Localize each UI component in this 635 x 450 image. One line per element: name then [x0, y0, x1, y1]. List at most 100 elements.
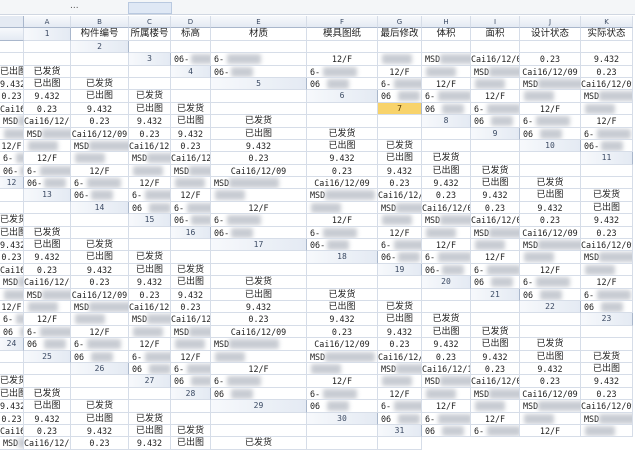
cell-c20[interactable]: 12/F: [581, 276, 633, 289]
cell-h17[interactable]: 9.432: [24, 251, 71, 264]
cell-b27[interactable]: 6-: [211, 375, 307, 388]
row-header-17[interactable]: 17: [211, 239, 307, 252]
cell-j3[interactable]: 已发货: [24, 65, 71, 78]
cell-a25[interactable]: 06: [71, 350, 129, 363]
cell-j10[interactable]: 已发货: [422, 152, 471, 165]
cell-j2[interactable]: [0, 53, 24, 66]
cell-f21[interactable]: Cai16/12/09: [129, 300, 171, 314]
cell-g16[interactable]: 0.23: [581, 226, 633, 240]
cell-h31[interactable]: 9.432: [129, 437, 171, 450]
cell-j20[interactable]: 已发货: [307, 288, 378, 301]
cell-k10[interactable]: [471, 152, 520, 165]
cell-g9[interactable]: 0.23: [171, 139, 211, 153]
column-header-b[interactable]: B: [71, 16, 129, 29]
cell-a23[interactable]: 06: [0, 325, 24, 339]
cell-j19[interactable]: 已发货: [211, 276, 307, 289]
cell-c9[interactable]: 12/F: [0, 139, 24, 153]
cell-a16[interactable]: 06-: [211, 226, 307, 240]
cell-d21[interactable]: [24, 300, 71, 314]
header-cell-i[interactable]: 设计状态: [520, 28, 581, 41]
cell-e5[interactable]: MSD: [520, 77, 581, 91]
row-header-18[interactable]: 18: [307, 251, 378, 264]
cell-k24[interactable]: [581, 338, 633, 351]
cell-h11[interactable]: 9.432: [378, 164, 422, 178]
cell-g3[interactable]: 0.23: [520, 53, 581, 66]
cell-e15[interactable]: MSD: [422, 214, 471, 227]
cell-h13[interactable]: 9.432: [471, 189, 520, 202]
cell-h24[interactable]: 9.432: [422, 338, 471, 351]
cell-d31[interactable]: [581, 424, 633, 438]
cell-b3[interactable]: 6-: [211, 53, 307, 66]
cell-j21[interactable]: 已发货: [378, 300, 422, 314]
cell-h22[interactable]: 9.432: [307, 313, 378, 326]
cell-i29[interactable]: 已出图: [71, 412, 129, 425]
cell-i5[interactable]: 已出图: [71, 90, 129, 103]
cell-e20[interactable]: MSD: [24, 288, 71, 301]
cell-b13[interactable]: 6-: [129, 189, 171, 202]
cell-k21[interactable]: [422, 300, 471, 314]
row-header-25[interactable]: 25: [24, 350, 71, 363]
row-header-20[interactable]: 20: [422, 276, 471, 289]
cell-d12[interactable]: [171, 177, 211, 190]
cell-h6[interactable]: 9.432: [71, 102, 129, 116]
cell-h5[interactable]: 9.432: [24, 90, 71, 103]
cell-i18[interactable]: 已出图: [129, 263, 171, 277]
cell-c15[interactable]: 12/F: [307, 214, 378, 227]
cell-d9[interactable]: [24, 139, 71, 153]
cell-g22[interactable]: 0.23: [211, 313, 307, 326]
cell-e21[interactable]: MSD: [71, 300, 129, 314]
column-header-f[interactable]: F: [307, 16, 378, 29]
cell-e6[interactable]: MSD: [581, 90, 633, 103]
cell-i31[interactable]: 已出图: [171, 437, 211, 450]
cell-f13[interactable]: Cai16/12/09: [378, 189, 422, 202]
header-cell-d[interactable]: 材质: [211, 28, 307, 41]
header-cell-k[interactable]: [0, 40, 24, 54]
cell-h4[interactable]: 9.432: [0, 77, 24, 91]
cell-j22[interactable]: 已发货: [422, 313, 471, 326]
cell-k19[interactable]: [307, 276, 378, 289]
cell-a9[interactable]: 06: [520, 127, 581, 140]
cell-f8[interactable]: Cai16/12/09: [71, 127, 129, 140]
cell-i28[interactable]: 已出图: [24, 400, 71, 413]
cell-f22[interactable]: Cai16/12/09: [171, 313, 211, 326]
cell-f19[interactable]: Cai16/12/09: [24, 276, 71, 289]
row-header-5[interactable]: 5: [211, 77, 307, 91]
cell-d30[interactable]: [520, 412, 581, 425]
cell-f9[interactable]: Cai16/12/15: [129, 139, 171, 153]
cell-j12[interactable]: 已发货: [520, 177, 581, 190]
cell-b17[interactable]: 6-: [378, 239, 422, 252]
cell-e24[interactable]: MSD: [211, 338, 307, 351]
cell-k29[interactable]: [171, 412, 211, 425]
cell-c27[interactable]: 12/F: [307, 375, 378, 388]
cell-f11[interactable]: Cai16/12/09: [211, 164, 307, 178]
cell-a28[interactable]: 06: [211, 387, 307, 401]
row-header-14[interactable]: 14: [71, 201, 129, 215]
cell-i30[interactable]: 已出图: [129, 424, 171, 438]
row-header-31[interactable]: 31: [378, 424, 422, 438]
cell-a17[interactable]: 06-: [307, 239, 378, 252]
row-header-21[interactable]: 21: [471, 288, 520, 301]
cell-h28[interactable]: 9.432: [0, 400, 24, 413]
cell-f4[interactable]: Cai16/12/09: [520, 65, 581, 78]
cell-k9[interactable]: [422, 139, 471, 153]
cell-g21[interactable]: 0.23: [171, 300, 211, 314]
cell-c30[interactable]: 12/F: [471, 412, 520, 425]
cell-i16[interactable]: 已出图: [24, 239, 71, 252]
cell-e3[interactable]: MSD: [422, 53, 471, 66]
cell-f2[interactable]: [422, 40, 471, 54]
cell-a4[interactable]: 06-: [211, 65, 307, 78]
cell-d10[interactable]: [71, 152, 129, 165]
cell-b24[interactable]: 6-: [71, 338, 129, 351]
cell-h2[interactable]: [520, 40, 581, 54]
cell-b25[interactable]: 6-: [129, 350, 171, 363]
cell-j14[interactable]: 已发货: [0, 214, 24, 227]
cell-i23[interactable]: 已出图: [422, 325, 471, 339]
cell-j7[interactable]: 已发货: [211, 115, 307, 128]
cell-d20[interactable]: [0, 288, 24, 301]
cell-a8[interactable]: 06: [471, 115, 520, 128]
row-header-16[interactable]: 16: [171, 226, 211, 240]
row-header-29[interactable]: 29: [211, 400, 307, 413]
row-header-19[interactable]: 19: [378, 263, 422, 277]
cell-d24[interactable]: [171, 338, 211, 351]
cell-b10[interactable]: 6-: [0, 152, 24, 165]
